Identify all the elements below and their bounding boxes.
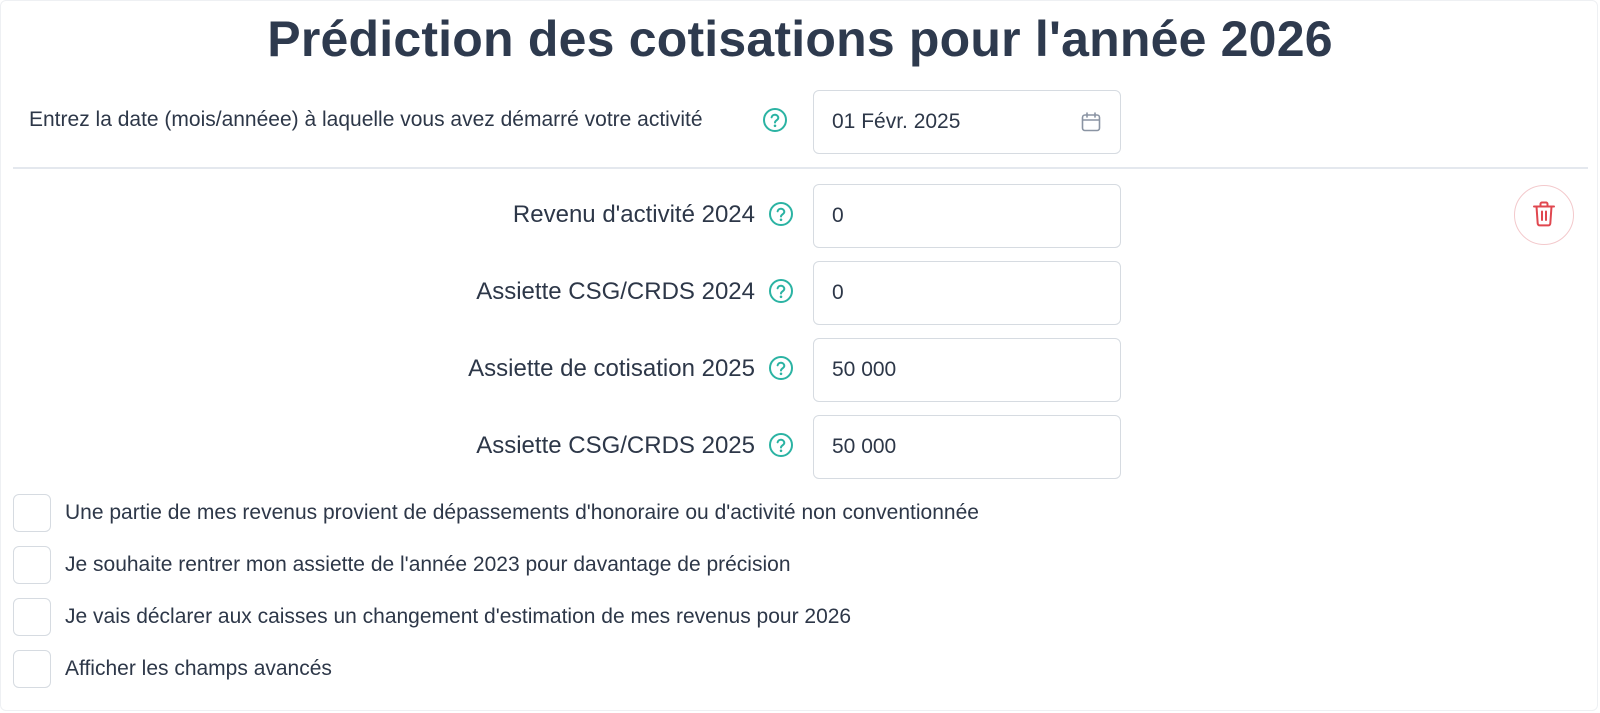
help-circle-icon[interactable] (768, 432, 794, 458)
field-label-csg-2025: Assiette CSG/CRDS 2025 (476, 432, 755, 459)
checkbox-label: Je souhaite rentrer mon assiette de l'an… (65, 553, 791, 576)
help-circle-icon[interactable] (768, 201, 794, 227)
start-date-value: 01 Févr. 2025 (832, 110, 961, 133)
field-label-cotisation-2025: Assiette de cotisation 2025 (468, 355, 755, 382)
help-circle-icon[interactable] (762, 107, 788, 133)
trash-icon (1531, 200, 1557, 231)
changement-estimation-checkbox[interactable] (13, 598, 51, 636)
revenu-2024-input[interactable] (813, 184, 1121, 248)
field-label-csg-2024: Assiette CSG/CRDS 2024 (476, 278, 755, 305)
page-title: Prédiction des cotisations pour l'année … (267, 11, 1333, 67)
help-circle-icon[interactable] (768, 278, 794, 304)
checkbox-row-depassements[interactable]: Une partie de mes revenus provient de dé… (13, 494, 979, 532)
delete-button[interactable] (1514, 185, 1574, 245)
checkbox-label: Une partie de mes revenus provient de dé… (65, 501, 979, 524)
calendar-icon[interactable] (1080, 111, 1102, 133)
checkbox-row-champs-avances[interactable]: Afficher les champs avancés (13, 650, 332, 688)
checkbox-row-assiette-2023[interactable]: Je souhaite rentrer mon assiette de l'an… (13, 546, 791, 584)
csg-2024-input[interactable] (813, 261, 1121, 325)
assiette-2023-checkbox[interactable] (13, 546, 51, 584)
checkbox-label: Je vais déclarer aux caisses un changeme… (65, 605, 852, 628)
section-divider (13, 167, 1588, 169)
csg-2025-input[interactable] (813, 415, 1121, 479)
champs-avances-checkbox[interactable] (13, 650, 51, 688)
checkbox-label: Afficher les champs avancés (65, 657, 332, 680)
start-date-label: Entrez la date (mois/annéee) à laquelle … (29, 108, 703, 131)
field-label-revenu-2024: Revenu d'activité 2024 (512, 201, 755, 228)
checkbox-row-changement-estimation[interactable]: Je vais déclarer aux caisses un changeme… (13, 598, 851, 636)
cotisation-2025-input[interactable] (813, 338, 1121, 402)
depassements-checkbox[interactable] (13, 494, 51, 532)
start-date-picker[interactable]: 01 Févr. 2025 (813, 90, 1121, 154)
help-circle-icon[interactable] (768, 355, 794, 381)
